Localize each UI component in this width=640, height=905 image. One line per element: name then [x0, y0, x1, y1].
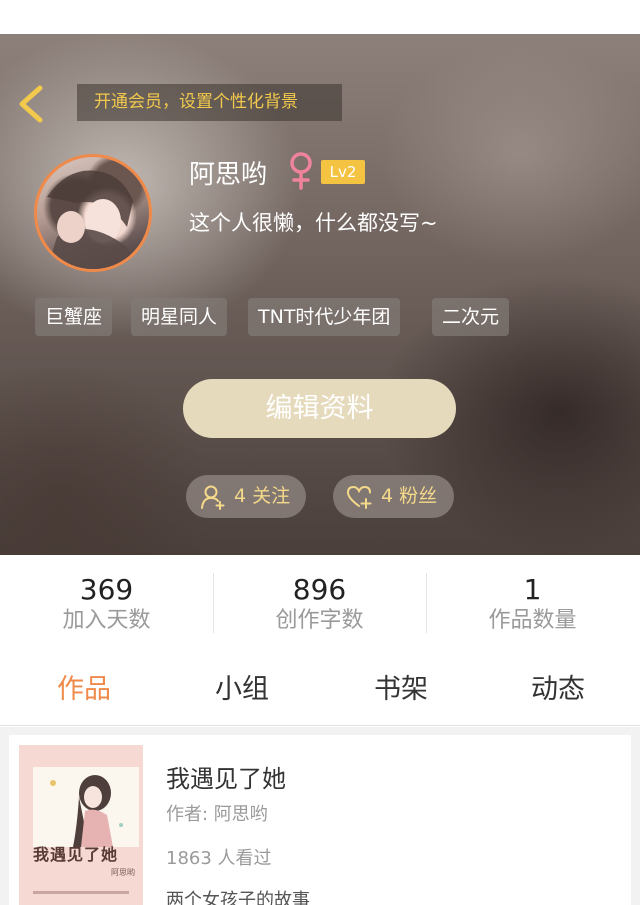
stat-value: 369: [79, 573, 134, 606]
stat-label: 创作字数: [275, 608, 364, 633]
stats-bar: 369 加入天数 896 创作字数 1 作品数量: [0, 555, 640, 650]
stat-label: 加入天数: [62, 608, 151, 633]
tab-bar: 作品 小组 书架 动态: [0, 650, 640, 726]
cover-girl-illustration: [50, 775, 123, 847]
tag-item: 巨蟹座: [35, 298, 113, 336]
stat-value: 896: [292, 573, 347, 606]
tag-item: 明星同人: [131, 298, 228, 336]
work-card[interactable]: 我遇见了她 阿思哟 我遇见了她 作者: 阿思哟 1863 人看过 两个女孩子的故…: [9, 735, 631, 905]
work-views: 1863 人看过: [166, 848, 272, 869]
cover-author: 阿思哟: [111, 868, 135, 877]
level-badge: Lv2: [321, 160, 365, 184]
chevron-left-icon: [19, 85, 43, 123]
tag-item: TNT时代少年团: [248, 298, 401, 336]
avatar-illustration: [47, 170, 137, 269]
stat-value: 1: [523, 573, 542, 606]
status-bar-area: [0, 0, 640, 34]
username: 阿思哟: [189, 160, 268, 190]
avatar[interactable]: [34, 154, 152, 272]
tab-groups[interactable]: 小组: [215, 667, 269, 706]
bio: 这个人很懒，什么都没写~: [189, 211, 438, 235]
tab-activity[interactable]: 动态: [531, 667, 585, 706]
book-cover[interactable]: 我遇见了她 阿思哟: [19, 745, 143, 905]
stat-words: 896 创作字数: [213, 573, 426, 635]
works-list: 我遇见了她 阿思哟 我遇见了她 作者: 阿思哟 1863 人看过 两个女孩子的故…: [0, 727, 640, 905]
user-add-icon: [201, 485, 225, 510]
edit-profile-button[interactable]: 编辑资料: [183, 379, 456, 438]
cover-illustration: [33, 767, 139, 847]
cover-title: 我遇见了她: [33, 845, 119, 864]
female-icon: [290, 152, 312, 190]
cover-decoration: [33, 891, 129, 894]
back-button[interactable]: [14, 84, 50, 124]
followers-label: 4 粉丝: [381, 485, 438, 507]
work-description: 两个女孩子的故事: [166, 890, 310, 905]
following-button[interactable]: 4 关注: [186, 475, 306, 518]
stat-days: 369 加入天数: [0, 573, 213, 635]
followers-button[interactable]: 4 粉丝: [333, 475, 454, 518]
tab-bookshelf[interactable]: 书架: [374, 667, 428, 706]
stat-works: 1 作品数量: [426, 573, 639, 635]
tab-works[interactable]: 作品: [57, 667, 111, 706]
vip-background-banner[interactable]: 开通会员，设置个性化背景: [77, 84, 342, 121]
stat-label: 作品数量: [488, 608, 577, 633]
work-title[interactable]: 我遇见了她: [166, 759, 286, 794]
heart-add-icon: [346, 485, 372, 509]
profile-header: 开通会员，设置个性化背景 阿思哟 Lv2 这个人很懒，什么都没写~ 巨蟹座 明星…: [0, 34, 640, 555]
following-label: 4 关注: [234, 485, 291, 507]
tag-item: 二次元: [432, 298, 510, 336]
work-author: 作者: 阿思哟: [166, 804, 268, 825]
